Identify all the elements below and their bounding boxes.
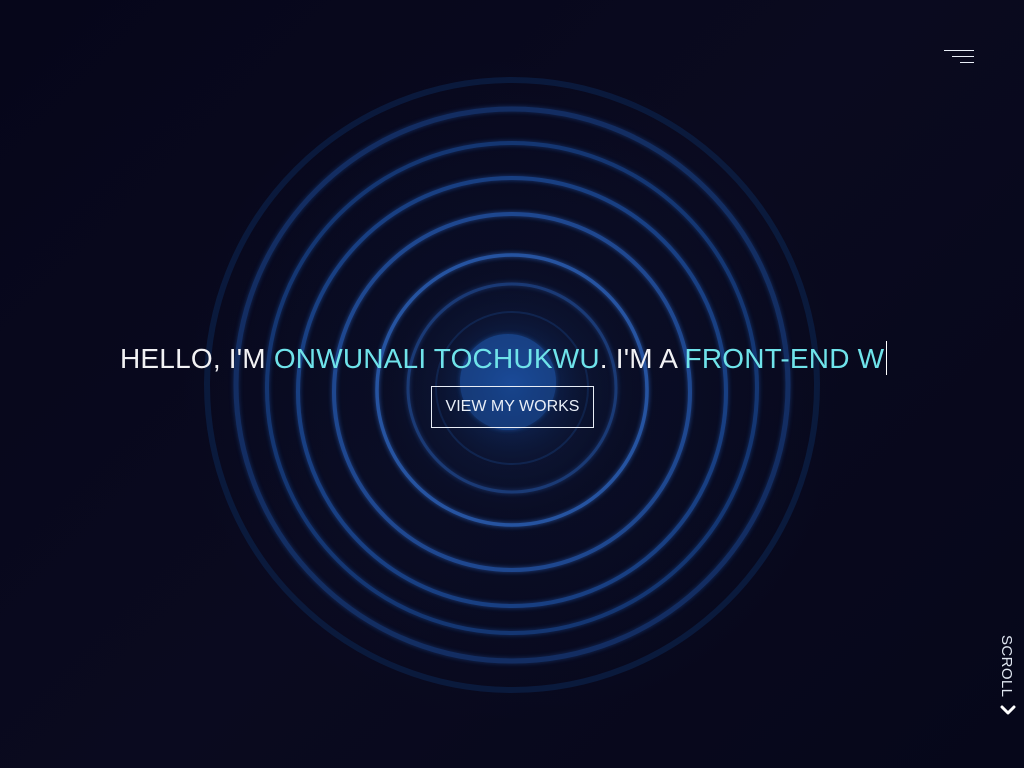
- hamburger-menu-icon-top-line: [944, 50, 974, 51]
- hero-middle-text: . I'M A: [599, 343, 685, 374]
- scroll-indicator[interactable]: SCROLL: [996, 632, 1024, 722]
- hero-role: FRONT-END W: [684, 343, 885, 374]
- hero-intro-text: HELLO, I'M: [120, 343, 274, 374]
- menu-button[interactable]: [940, 44, 978, 70]
- hamburger-menu-icon-middle-line: [952, 56, 974, 57]
- hero-headline: HELLO, I'M ONWUNALI TOCHUKWU. I'M A FRON…: [120, 340, 888, 380]
- hero-name: ONWUNALI TOCHUKWU: [273, 343, 600, 374]
- scroll-label: SCROLL: [998, 635, 1015, 698]
- radial-ring-background: [204, 77, 820, 693]
- hamburger-menu-icon-bottom-line: [960, 62, 974, 63]
- view-my-works-button[interactable]: VIEW MY WORKS: [431, 386, 594, 428]
- chevron-down-icon: [1000, 705, 1016, 715]
- hero-page: HELLO, I'M ONWUNALI TOCHUKWU. I'M A FRON…: [0, 0, 1024, 768]
- typing-cursor: [886, 341, 888, 375]
